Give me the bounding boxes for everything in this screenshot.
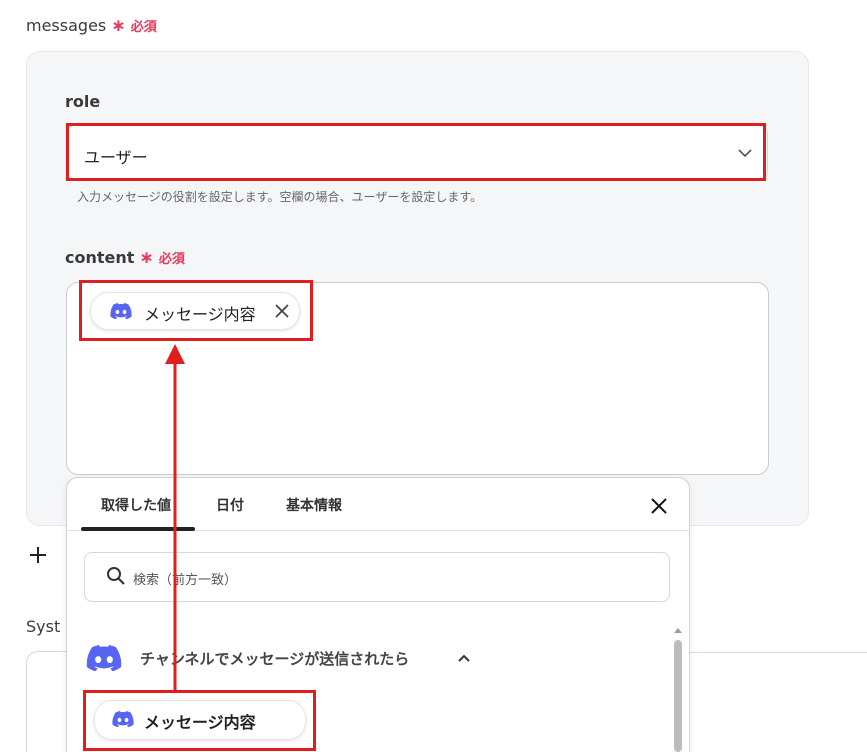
required-star: ∗ bbox=[139, 248, 154, 268]
system-label: Syst bbox=[26, 617, 61, 636]
required-star: ∗ bbox=[111, 16, 126, 36]
discord-icon bbox=[86, 645, 122, 671]
divider-line bbox=[690, 652, 867, 653]
system-input[interactable] bbox=[26, 651, 66, 752]
tab-date[interactable]: 日付 bbox=[216, 495, 244, 515]
content-label: content bbox=[65, 248, 135, 267]
close-icon[interactable] bbox=[650, 497, 668, 515]
chevron-up-icon[interactable] bbox=[457, 653, 471, 663]
plus-icon[interactable] bbox=[28, 545, 48, 565]
highlight-popup-item bbox=[83, 690, 316, 751]
messages-label: messages bbox=[26, 16, 107, 35]
scrollbar-thumb[interactable] bbox=[674, 640, 682, 752]
role-label: role bbox=[65, 92, 101, 111]
content-label-row: content ∗ 必須 bbox=[65, 248, 185, 268]
highlight-role-select bbox=[66, 123, 766, 181]
highlight-content-chip bbox=[79, 280, 313, 341]
arrow-up-icon bbox=[165, 344, 185, 690]
messages-label-row: messages ∗ 必須 bbox=[26, 16, 157, 36]
search-icon bbox=[107, 567, 125, 585]
required-text: 必須 bbox=[130, 20, 157, 35]
tab-basic-info[interactable]: 基本情報 bbox=[286, 495, 342, 515]
role-help-text: 入力メッセージの役割を設定します。空欄の場合、ユーザーを設定します。 bbox=[77, 190, 483, 204]
required-text: 必須 bbox=[158, 252, 185, 267]
scroll-up-icon[interactable] bbox=[673, 626, 683, 634]
